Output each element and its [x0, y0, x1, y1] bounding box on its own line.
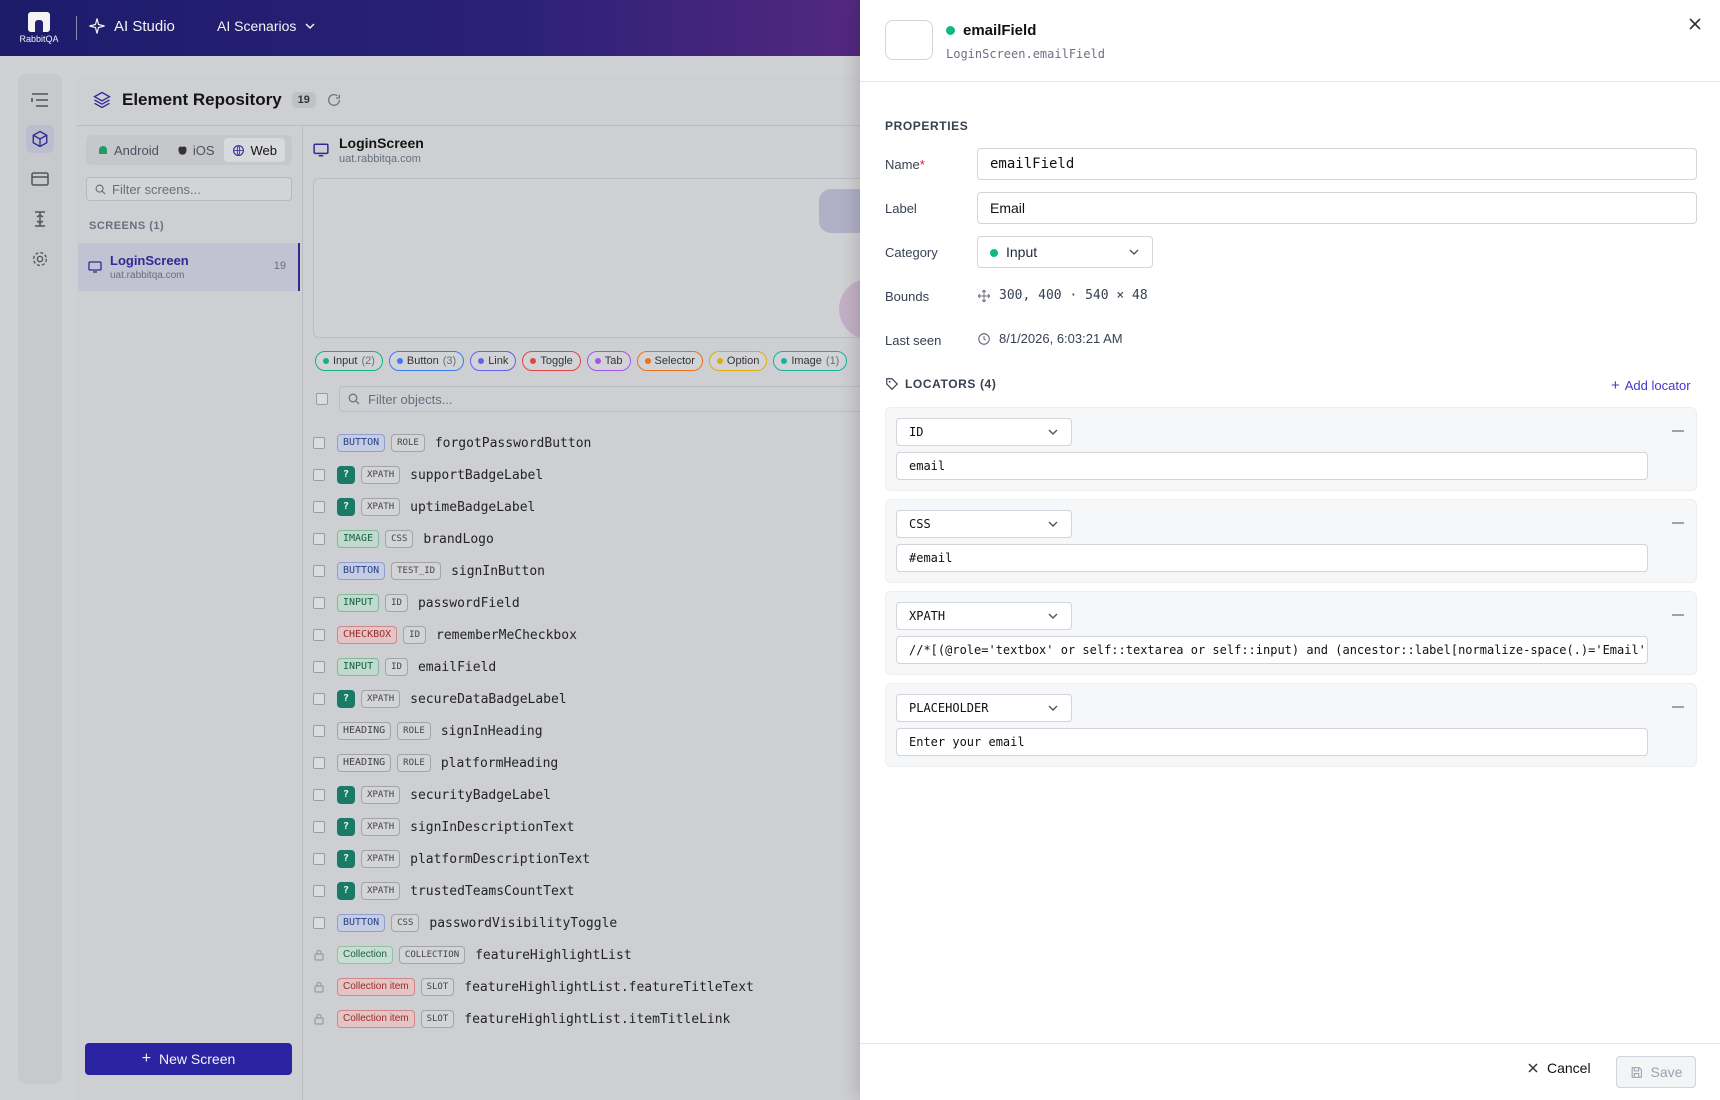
properties-header: PROPERTIES — [885, 119, 969, 133]
required-marker: * — [919, 157, 925, 172]
locator-card: CSS #email — [885, 499, 1697, 583]
locator-value-input[interactable]: Enter your email — [896, 728, 1648, 756]
locators-header-text: LOCATORS (4) — [905, 377, 997, 391]
locator-card: XPATH//*[(@role='textbox' or self::texta… — [885, 591, 1697, 675]
category-field-label: Category — [885, 245, 938, 260]
move-icon — [977, 289, 991, 302]
plus-icon: + — [1611, 377, 1620, 394]
locator-type-value: XPATH — [909, 609, 946, 623]
name-field-label: Name* — [885, 157, 925, 172]
save-button[interactable]: Save — [1616, 1056, 1696, 1088]
locator-type-value: ID — [909, 425, 924, 439]
last-seen-value: 8/1/2026, 6:03:21 AM — [999, 331, 1123, 346]
chevron-down-icon — [1048, 521, 1058, 527]
element-thumbnail — [885, 20, 933, 60]
bounds-value-row: 300, 400 · 540 × 48 — [977, 288, 1148, 303]
category-select[interactable]: Input — [977, 236, 1153, 268]
element-details-drawer: emailField LoginScreen.emailField PROPER… — [860, 0, 1720, 1100]
name-input[interactable]: emailField — [977, 148, 1697, 180]
last-seen-field-label: Last seen — [885, 333, 942, 348]
locator-value-input[interactable]: #email — [896, 544, 1648, 572]
remove-locator-icon[interactable] — [1672, 522, 1684, 524]
tag-icon — [886, 378, 899, 391]
label-input-value: Email — [990, 200, 1026, 216]
locator-value-input[interactable]: email — [896, 452, 1648, 480]
cancel-label: Cancel — [1547, 1060, 1591, 1076]
chevron-down-icon — [1048, 705, 1058, 711]
locator-type-select[interactable]: PLACEHOLDER — [896, 694, 1072, 722]
locator-type-value: CSS — [909, 517, 931, 531]
locator-value: Enter your email — [909, 735, 1025, 749]
name-input-value: emailField — [990, 156, 1075, 172]
category-value: Input — [1006, 244, 1038, 260]
label-input[interactable]: Email — [977, 192, 1697, 224]
save-label: Save — [1650, 1064, 1683, 1080]
save-icon — [1631, 1066, 1642, 1078]
chevron-down-icon — [1048, 613, 1058, 619]
locators-header: LOCATORS (4) — [885, 377, 996, 391]
drawer-title: emailField — [963, 22, 1037, 39]
locator-value: #email — [909, 551, 953, 565]
clock-icon — [978, 332, 990, 345]
locator-card: PLACEHOLDER Enter your email — [885, 683, 1697, 767]
locator-value: email — [909, 459, 946, 473]
modal-backdrop[interactable] — [0, 0, 860, 1100]
locator-card: ID email — [885, 407, 1697, 491]
locator-type-select[interactable]: CSS — [896, 510, 1072, 538]
add-locator-label: Add locator — [1624, 378, 1691, 393]
category-color-dot — [990, 249, 998, 257]
name-label-text: Name — [885, 157, 920, 172]
cancel-button[interactable]: Cancel — [1528, 1060, 1591, 1076]
status-dot — [946, 26, 955, 35]
close-icon — [1528, 1063, 1538, 1073]
label-field-label: Label — [885, 201, 917, 216]
locator-type-select[interactable]: ID — [896, 418, 1072, 446]
bounds-field-label: Bounds — [885, 289, 930, 304]
remove-locator-icon[interactable] — [1672, 614, 1684, 616]
bounds-value: 300, 400 · 540 × 48 — [999, 288, 1148, 303]
close-icon[interactable] — [1687, 16, 1703, 32]
last-seen-row: 8/1/2026, 6:03:21 AM — [977, 331, 1123, 346]
chevron-down-icon — [1129, 249, 1139, 255]
remove-locator-icon[interactable] — [1672, 706, 1684, 708]
element-path: LoginScreen.emailField — [946, 47, 1105, 61]
add-locator-button[interactable]: + Add locator — [1611, 377, 1691, 394]
locator-value: //*[(@role='textbox' or self::textarea o… — [909, 643, 1648, 657]
footer-divider — [860, 1043, 1720, 1044]
locator-type-select[interactable]: XPATH — [896, 602, 1072, 630]
header-divider — [860, 81, 1720, 82]
locator-value-input[interactable]: //*[(@role='textbox' or self::textarea o… — [896, 636, 1648, 664]
chevron-down-icon — [1048, 429, 1058, 435]
locator-type-value: PLACEHOLDER — [909, 701, 989, 715]
remove-locator-icon[interactable] — [1672, 430, 1684, 432]
